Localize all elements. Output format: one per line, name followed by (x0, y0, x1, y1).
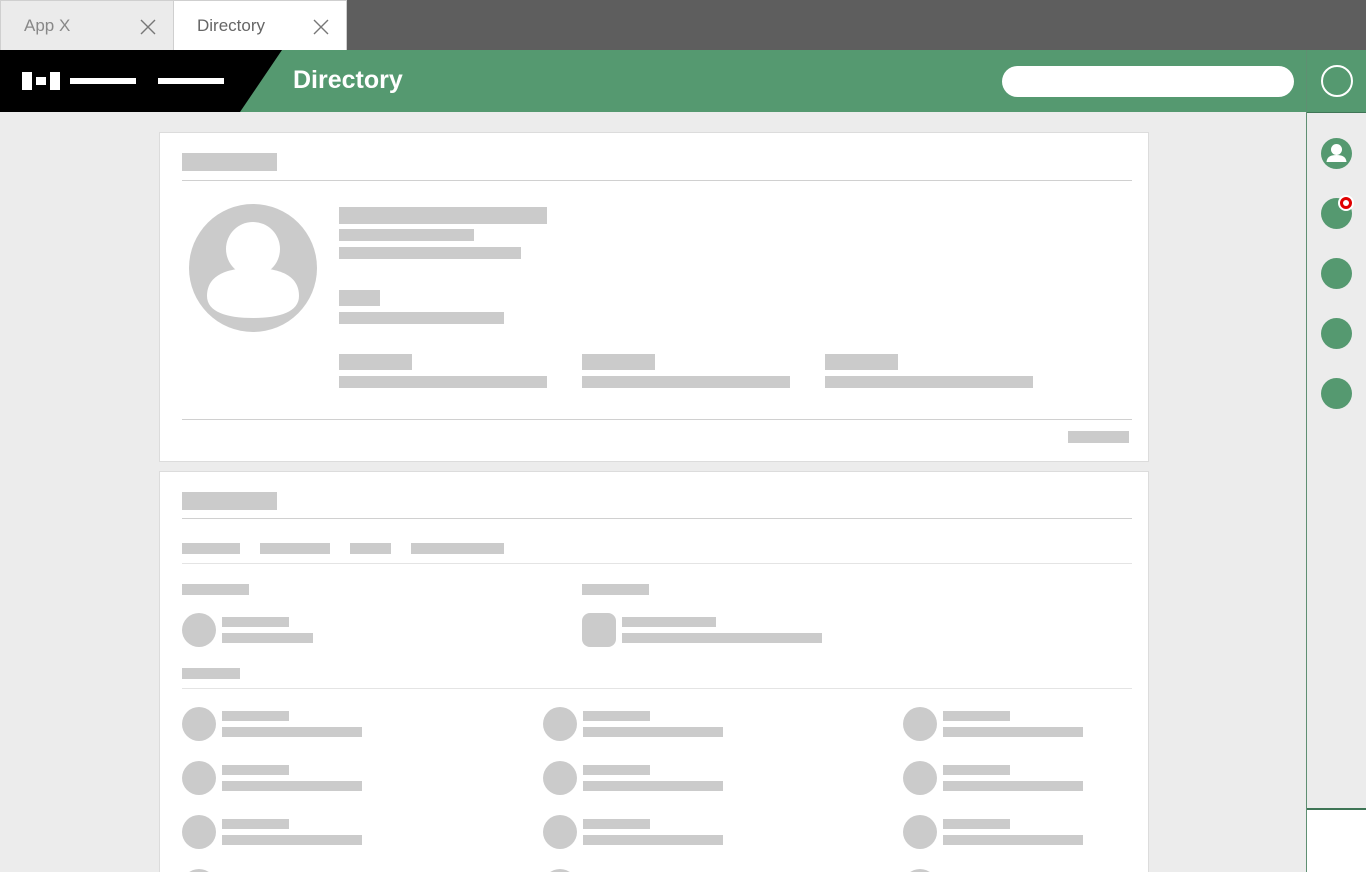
organization-card (159, 471, 1149, 872)
close-icon[interactable] (312, 18, 330, 36)
divider (182, 419, 1132, 420)
person-icon (207, 222, 299, 318)
rail-button-3[interactable] (1321, 258, 1352, 289)
report-title-placeholder (943, 835, 1083, 845)
report-name-placeholder[interactable] (222, 711, 289, 721)
report-title-placeholder (222, 835, 362, 845)
close-icon[interactable] (139, 18, 157, 36)
group-detail-placeholder (622, 633, 822, 643)
brand-subname-placeholder (158, 78, 224, 84)
tab-label: Directory (197, 15, 266, 35)
account-button[interactable] (1321, 138, 1352, 169)
manager-avatar[interactable] (182, 613, 216, 647)
right-rail (1306, 50, 1366, 872)
browser-tab-strip: App X Directory (0, 0, 1366, 50)
department-placeholder (339, 247, 521, 259)
report-avatar[interactable] (903, 761, 937, 795)
notification-badge (1338, 195, 1354, 211)
report-avatar[interactable] (182, 761, 216, 795)
rail-top (1307, 50, 1366, 112)
report-name-placeholder[interactable] (583, 819, 650, 829)
report-name-placeholder[interactable] (943, 765, 1010, 775)
card-heading-placeholder (182, 492, 277, 510)
app-launcher-icon[interactable] (1321, 65, 1353, 97)
group-name-placeholder[interactable] (622, 617, 716, 627)
tab-label: App X (24, 15, 71, 35)
report-avatar[interactable] (903, 815, 937, 849)
logo-icon (22, 72, 60, 90)
field-label-placeholder (825, 354, 898, 370)
card-action-link[interactable] (1068, 431, 1129, 443)
divider (182, 563, 1132, 564)
field-label-placeholder (339, 354, 412, 370)
report-name-placeholder[interactable] (583, 711, 650, 721)
report-title-placeholder (222, 781, 362, 791)
report-title-placeholder (943, 727, 1083, 737)
divider (182, 688, 1132, 689)
title-placeholder (339, 229, 474, 241)
report-avatar[interactable] (543, 815, 577, 849)
report-title-placeholder (583, 781, 723, 791)
divider (182, 518, 1132, 519)
field-value-placeholder (825, 376, 1033, 388)
profile-card (159, 132, 1149, 462)
report-title-placeholder (583, 835, 723, 845)
tab-app-x[interactable]: App X (0, 0, 174, 50)
tab-directory[interactable]: Directory (173, 0, 347, 50)
report-title-placeholder (943, 781, 1083, 791)
person-icon (1326, 144, 1347, 162)
tab-placeholder[interactable] (182, 543, 240, 554)
app-header: Directory (0, 50, 1306, 112)
field-value-placeholder (582, 376, 790, 388)
tab-placeholder[interactable] (260, 543, 330, 554)
report-title-placeholder (222, 727, 362, 737)
person-title-placeholder (222, 633, 313, 643)
field-value-placeholder (339, 376, 547, 388)
rail-button-4[interactable] (1321, 318, 1352, 349)
name-placeholder (339, 207, 547, 224)
tab-placeholder[interactable] (350, 543, 391, 554)
group-icon[interactable] (582, 613, 616, 647)
section-label-placeholder (182, 584, 249, 595)
avatar (189, 204, 317, 332)
card-heading-placeholder (182, 153, 277, 171)
rail-divider (1307, 112, 1366, 113)
divider (182, 180, 1132, 181)
page-title: Directory (293, 66, 403, 94)
field-label-placeholder (582, 354, 655, 370)
tab-placeholder[interactable] (411, 543, 504, 554)
brand-area[interactable] (0, 50, 282, 112)
report-name-placeholder[interactable] (943, 711, 1010, 721)
person-name-placeholder[interactable] (222, 617, 289, 627)
report-avatar[interactable] (182, 707, 216, 741)
rail-footer (1307, 810, 1366, 872)
report-avatar[interactable] (903, 707, 937, 741)
report-title-placeholder (583, 727, 723, 737)
field-label-placeholder (339, 290, 380, 306)
report-avatar[interactable] (543, 761, 577, 795)
search-input[interactable] (1002, 66, 1294, 97)
section-label-placeholder (182, 668, 240, 679)
field-value-placeholder (339, 312, 504, 324)
report-avatar[interactable] (543, 707, 577, 741)
report-name-placeholder[interactable] (222, 765, 289, 775)
report-avatar[interactable] (182, 815, 216, 849)
rail-button-5[interactable] (1321, 378, 1352, 409)
report-name-placeholder[interactable] (943, 819, 1010, 829)
section-label-placeholder (582, 584, 649, 595)
report-name-placeholder[interactable] (583, 765, 650, 775)
brand-name-placeholder (70, 78, 136, 84)
report-name-placeholder[interactable] (222, 819, 289, 829)
